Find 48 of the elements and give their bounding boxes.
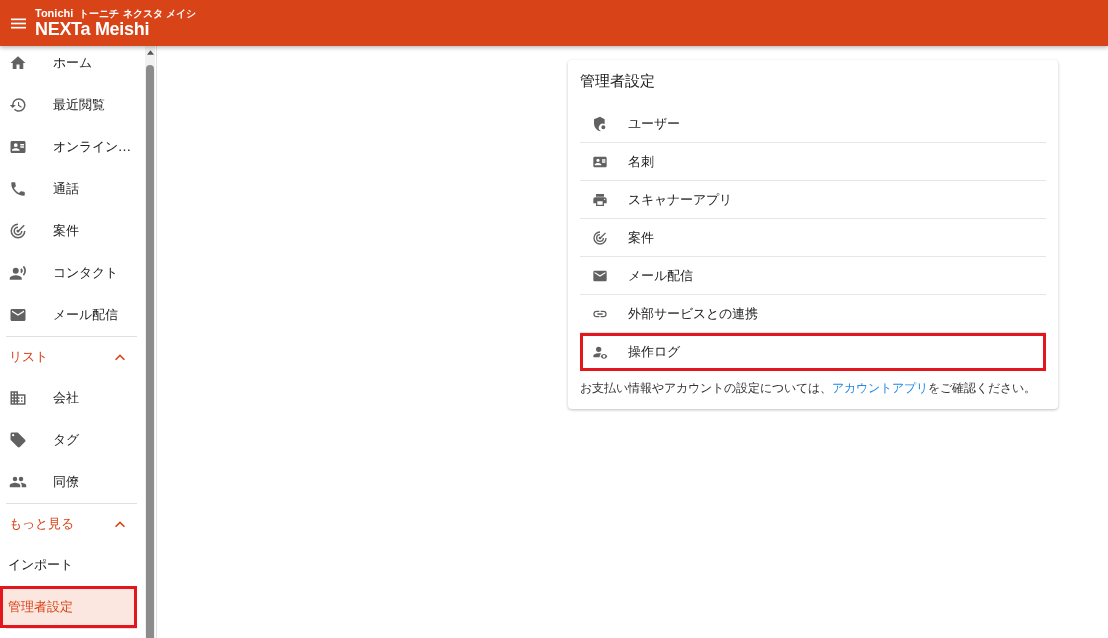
settings-item[interactable]: 操作ログ bbox=[579, 333, 1046, 371]
sidebar-item[interactable]: 会社 bbox=[0, 377, 137, 419]
account-app-link[interactable]: アカウントアプリ bbox=[831, 381, 928, 395]
mail-icon bbox=[9, 306, 27, 324]
id-card-icon bbox=[9, 138, 27, 156]
account-note: お支払い情報やアカウントの設定については、アカウントアプリ をご確認ください。 bbox=[579, 380, 1036, 397]
card-title: 管理者設定 bbox=[579, 72, 656, 91]
settings-item[interactable]: メール配信 bbox=[579, 257, 1046, 295]
sidebar-item[interactable]: 同僚 bbox=[0, 461, 137, 503]
section-header[interactable]: リスト bbox=[0, 337, 145, 377]
section-header[interactable]: もっと見る bbox=[0, 504, 145, 544]
logo-reading: トーニチ ネクスタ メイシ bbox=[79, 9, 197, 19]
section-title: もっと見る bbox=[9, 515, 74, 533]
building-icon bbox=[9, 389, 27, 407]
logo-text: NEXTa Meishi bbox=[35, 20, 151, 38]
sidebar-item[interactable]: 管理者設定 bbox=[0, 586, 137, 628]
printer-icon bbox=[591, 191, 608, 208]
sidebar-item[interactable]: 最近閲覧 bbox=[0, 84, 137, 126]
logo-text: Tonichi bbox=[35, 8, 74, 19]
settings-item[interactable]: 外部サービスとの連携 bbox=[579, 295, 1046, 333]
sidebar-item[interactable]: コンタクト bbox=[0, 252, 137, 294]
sidebar-item[interactable]: インポート bbox=[0, 544, 137, 586]
settings-item[interactable]: 名刺 bbox=[579, 143, 1046, 181]
scroll-up-icon[interactable] bbox=[146, 50, 154, 55]
sidebar-item[interactable]: ホーム bbox=[0, 42, 137, 84]
sidebar-item[interactable]: メール配信 bbox=[0, 294, 137, 336]
settings-item[interactable]: スキャナーアプリ bbox=[579, 181, 1046, 219]
home-icon bbox=[9, 54, 27, 72]
settings-item[interactable]: ユーザー bbox=[579, 105, 1046, 143]
settings-item[interactable]: 案件 bbox=[579, 219, 1046, 257]
section-title: リスト bbox=[9, 348, 48, 366]
tag-icon bbox=[9, 431, 27, 449]
sidebar-item[interactable]: 案件 bbox=[0, 210, 137, 252]
history-icon bbox=[9, 96, 27, 114]
sidebar-item[interactable]: オンライン… bbox=[0, 126, 137, 168]
menu-icon[interactable] bbox=[11, 17, 26, 29]
person-eye-icon bbox=[591, 344, 608, 360]
shield-person-icon bbox=[591, 115, 608, 132]
sidebar-item[interactable]: タグ bbox=[0, 419, 137, 461]
target-icon bbox=[9, 222, 27, 240]
chevron-icon bbox=[115, 520, 125, 528]
sidebar-item[interactable]: 通話 bbox=[0, 168, 137, 210]
chevron-icon bbox=[115, 353, 125, 361]
target-icon bbox=[591, 229, 608, 246]
scrollbar[interactable] bbox=[145, 46, 155, 638]
phone-icon bbox=[9, 180, 27, 198]
person-speaking-icon bbox=[9, 264, 27, 282]
scrollbar-thumb[interactable] bbox=[146, 65, 154, 638]
